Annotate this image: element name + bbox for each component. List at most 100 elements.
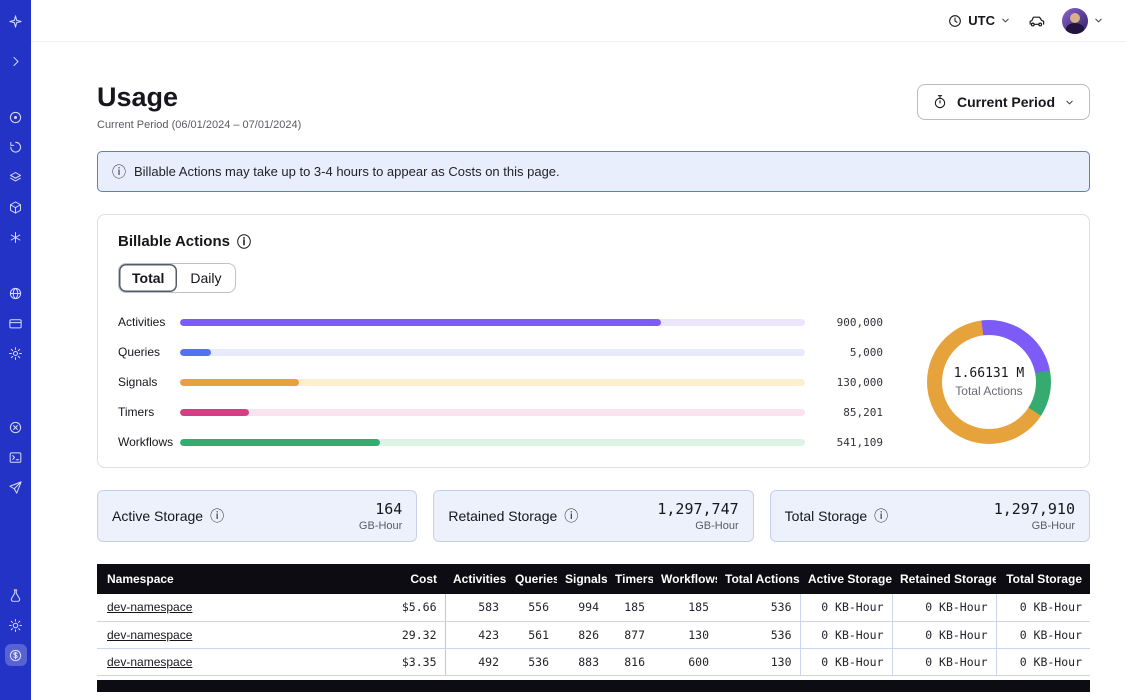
car-icon[interactable] [1027,11,1046,30]
storage-summary-row: Active Storage ⓘ 164 GB-Hour Retained St… [97,490,1090,542]
namespace-link[interactable]: dev-namespace [107,600,192,614]
feedback-plane-icon[interactable] [5,476,27,498]
support-icon[interactable] [5,416,27,438]
cell-cost: 29.32 [365,621,445,648]
bar-label: Signals [118,375,180,389]
info-icon[interactable]: ⓘ [874,509,888,523]
period-selector-button[interactable]: Current Period [917,84,1090,120]
period-selector-label: Current Period [957,94,1055,110]
col-retained-storage: Retained Storage [892,564,996,594]
sidebar-group-help [5,416,27,506]
cell-queries: 536 [507,648,557,675]
chevron-down-icon [1064,97,1075,108]
settings-gear-icon[interactable] [5,342,27,364]
docs-terminal-icon[interactable] [5,446,27,468]
page-subtitle: Current Period (06/01/2024 – 07/01/2024) [97,119,301,131]
usage-dollar-icon[interactable] [5,644,27,666]
retained-storage-card: Retained Storage ⓘ 1,297,747 GB-Hour [433,490,753,542]
cell-timers: 816 [607,648,653,675]
topbar: UTC [31,0,1126,42]
stopwatch-icon [932,94,948,110]
info-icon: ⓘ [112,165,126,179]
col-total-actions: Total Actions [717,564,800,594]
bar-value: 130,000 [817,376,883,389]
active-storage-card: Active Storage ⓘ 164 GB-Hour [97,490,417,542]
bar-row: Activities 900,000 [118,315,883,329]
retained-storage-value: 1,297,747 [657,500,738,518]
bar-fill [180,439,380,446]
deployments-cube-icon[interactable] [5,196,27,218]
cell-total_actions: 536 [717,594,800,621]
total-storage-value: 1,297,910 [994,500,1075,518]
bar-label: Workflows [118,435,180,449]
bar-value: 5,000 [817,346,883,359]
namespace-link[interactable]: dev-namespace [107,655,192,669]
cell-signals: 994 [557,594,607,621]
expand-sidebar-icon[interactable] [5,50,27,72]
namespace-usage-table: Namespace Cost Activities Queries Signal… [97,564,1090,676]
bar-row: Queries5,000 [118,345,883,359]
cell-activities: 583 [445,594,507,621]
nexus-icon[interactable] [5,226,27,248]
bar-track [180,439,805,446]
table-row: dev-namespace$3.354925368838166001300 KB… [97,648,1090,675]
cell-retained_storage: 0 KB-Hour [892,648,996,675]
active-storage-unit: GB-Hour [359,520,402,532]
bar-track [180,349,805,356]
chevron-down-icon [1000,15,1011,26]
info-icon[interactable]: ⓘ [564,509,578,523]
bar-value: 541,109 [817,436,883,449]
cell-workflows: 185 [653,594,717,621]
cell-total_actions: 130 [717,648,800,675]
total-storage-unit: GB-Hour [994,520,1075,532]
cell-cost: $3.35 [365,648,445,675]
chevron-down-icon [1093,15,1104,26]
col-total-storage: Total Storage [996,564,1090,594]
donut-chart: 1.66131 M Total Actions [909,320,1069,444]
theme-sun-icon[interactable] [5,614,27,636]
col-signals: Signals [557,564,607,594]
user-avatar [1062,8,1088,34]
bar-chart: Activities 900,000 Queries5,000 Signals 130,… [118,315,883,449]
table-row: dev-namespace$5.665835569941851855360 KB… [97,594,1090,621]
active-storage-value: 164 [359,500,402,518]
info-icon[interactable]: ⓘ [237,235,251,249]
cell-active_storage: 0 KB-Hour [800,648,892,675]
usage-page: Usage Current Period (06/01/2024 – 07/01… [31,42,1126,700]
bar-track [180,409,805,416]
tab-daily[interactable]: Daily [177,264,234,292]
total-storage-label: Total Storage [785,508,868,524]
bar-label: Activities [118,315,180,329]
namespaces-icon[interactable] [5,106,27,128]
info-icon[interactable]: ⓘ [210,509,224,523]
cell-retained_storage: 0 KB-Hour [892,621,996,648]
temporal-logo-icon[interactable] [5,10,27,32]
bar-fill [180,379,299,386]
bar-value: 85,201 [817,406,883,419]
billable-actions-title: Billable Actions [118,233,230,250]
cell-total_actions: 536 [717,621,800,648]
timezone-label: UTC [968,13,995,28]
timezone-selector[interactable]: UTC [947,13,1011,29]
col-workflows: Workflows [653,564,717,594]
user-menu[interactable] [1062,8,1104,34]
history-icon[interactable] [5,136,27,158]
tab-total[interactable]: Total [119,264,177,292]
billing-card-icon[interactable] [5,312,27,334]
cell-activities: 492 [445,648,507,675]
info-banner-text: Billable Actions may take up to 3-4 hour… [134,164,560,179]
cell-signals: 826 [557,621,607,648]
cell-workflows: 600 [653,648,717,675]
cell-queries: 561 [507,621,557,648]
bar-value: 900,000 [817,316,883,329]
namespace-link[interactable]: dev-namespace [107,628,192,642]
globe-icon[interactable] [5,282,27,304]
layers-icon[interactable] [5,166,27,188]
donut-total-label: Total Actions [954,384,1024,398]
labs-flask-icon[interactable] [5,584,27,606]
app-root: UTC Usage Current Period (06/01/2024 – 0… [0,0,1126,700]
active-storage-label: Active Storage [112,508,203,524]
col-timers: Timers [607,564,653,594]
billable-actions-card: Billable Actions ⓘ Total Daily Activitie… [97,214,1090,468]
cell-queries: 556 [507,594,557,621]
